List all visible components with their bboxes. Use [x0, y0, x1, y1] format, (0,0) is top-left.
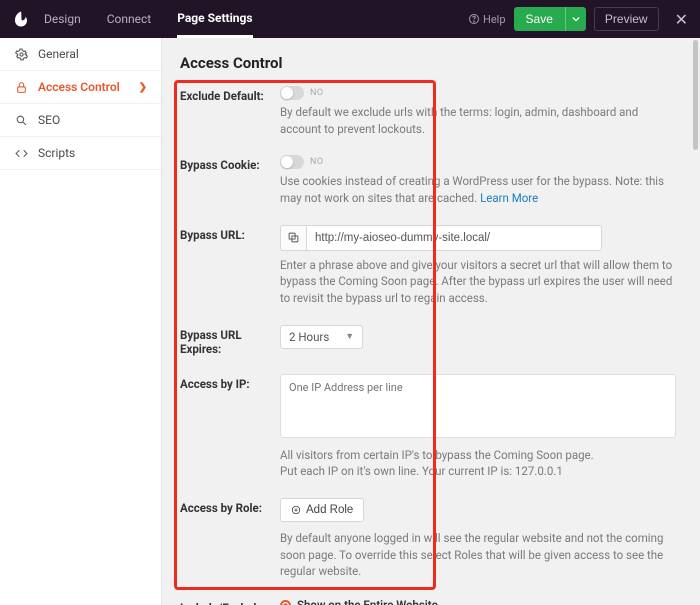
- search-icon: [14, 113, 28, 127]
- radio-icon: [280, 600, 291, 605]
- nav-connect[interactable]: Connect: [107, 12, 151, 26]
- top-bar: Design Connect Page Settings Help Save P…: [0, 0, 700, 38]
- exclude-default-label: Exclude Default:: [180, 86, 280, 103]
- chevron-right-icon: ❯: [139, 82, 147, 93]
- save-dropdown-caret[interactable]: [565, 7, 586, 31]
- sidebar-item-access-control[interactable]: Access Control ❯: [0, 71, 161, 104]
- nav-design[interactable]: Design: [44, 12, 81, 26]
- help-link[interactable]: Help: [468, 13, 506, 26]
- access-by-role-help: By default anyone logged in will see the…: [280, 530, 682, 580]
- toggle-text: NO: [310, 88, 324, 98]
- bypass-cookie-toggle[interactable]: [280, 155, 304, 169]
- bypass-url-input[interactable]: [306, 225, 602, 251]
- sidebar: General Access Control ❯ SEO Scripts: [0, 38, 162, 605]
- lock-icon: [14, 80, 28, 94]
- bypass-cookie-help: Use cookies instead of creating a WordPr…: [280, 173, 682, 206]
- copy-icon[interactable]: [280, 225, 306, 251]
- radio-label: Show on the Entire Website: [297, 598, 438, 605]
- scrollbar[interactable]: [693, 40, 698, 150]
- page-title: Access Control: [180, 54, 682, 72]
- bypass-url-expires-label: Bypass URL Expires:: [180, 325, 280, 356]
- main-panel: Access Control Exclude Default: NO By de…: [162, 38, 700, 605]
- close-icon[interactable]: ✕: [675, 10, 688, 29]
- exclude-default-help: By default we exclude urls with the term…: [280, 104, 682, 137]
- code-icon: [14, 146, 28, 160]
- access-by-ip-label: Access by IP:: [180, 374, 280, 391]
- chevron-down-icon: ▼: [345, 331, 354, 342]
- top-nav: Design Connect Page Settings: [44, 1, 253, 38]
- access-by-ip-help2: Put each IP on it's own line. Your curre…: [280, 463, 682, 480]
- help-label: Help: [483, 13, 506, 26]
- sidebar-item-general[interactable]: General: [0, 38, 161, 71]
- sidebar-item-label: Access Control: [38, 80, 120, 94]
- access-by-role-label: Access by Role:: [180, 498, 280, 515]
- sidebar-item-scripts[interactable]: Scripts: [0, 137, 161, 170]
- toggle-text: NO: [310, 157, 324, 167]
- exclude-default-toggle[interactable]: [280, 86, 304, 100]
- save-button[interactable]: Save: [514, 7, 565, 31]
- sidebar-item-seo[interactable]: SEO: [0, 104, 161, 137]
- bypass-url-help: Enter a phrase above and give your visit…: [280, 257, 682, 307]
- include-exclude-label: Include/Exclude URLs:: [180, 598, 280, 605]
- learn-more-link[interactable]: Learn More: [480, 191, 538, 205]
- preview-button[interactable]: Preview: [594, 7, 659, 31]
- brand-logo: [12, 10, 30, 28]
- nav-page-settings[interactable]: Page Settings: [177, 1, 252, 38]
- top-right: Help Save Preview ✕: [468, 7, 688, 31]
- add-role-label: Add Role: [306, 504, 353, 516]
- sidebar-item-label: Scripts: [38, 146, 75, 160]
- gear-icon: [14, 47, 28, 61]
- help-icon: [468, 13, 480, 25]
- select-value: 2 Hours: [289, 330, 329, 344]
- bypass-url-label: Bypass URL:: [180, 225, 280, 242]
- sidebar-item-label: General: [38, 47, 79, 61]
- access-by-ip-help1: All visitors from certain IP's to bypass…: [280, 447, 682, 464]
- sidebar-item-label: SEO: [38, 113, 60, 127]
- bypass-url-expires-select[interactable]: 2 Hours ▼: [280, 325, 363, 349]
- plus-icon: [291, 505, 301, 515]
- bypass-cookie-label: Bypass Cookie:: [180, 155, 280, 172]
- radio-entire-website[interactable]: Show on the Entire Website: [280, 598, 682, 605]
- add-role-button[interactable]: Add Role: [280, 498, 364, 522]
- access-by-ip-textarea[interactable]: [280, 374, 676, 438]
